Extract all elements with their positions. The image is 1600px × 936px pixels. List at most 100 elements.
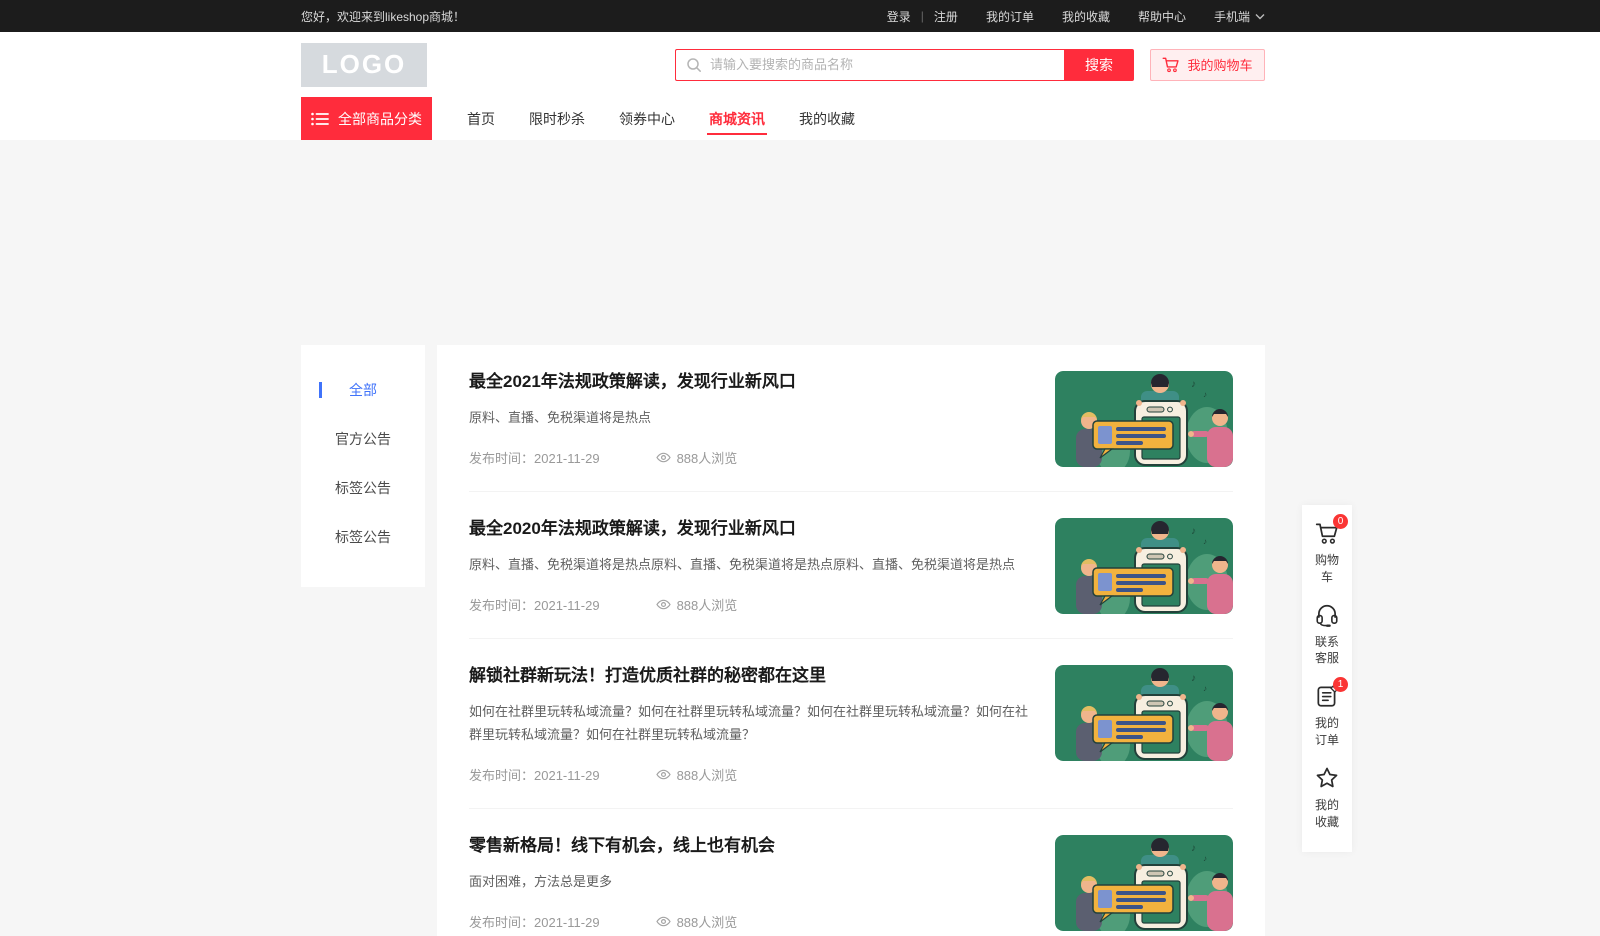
publish-time-label: 发布时间： (469, 451, 534, 466)
svg-text:♪: ♪ (1203, 390, 1207, 399)
views-label: 888人浏览 (677, 765, 738, 784)
article-thumbnail-illustration: ♪ ♪ (1055, 835, 1233, 931)
category-item-label: 标签公告 (335, 478, 391, 498)
article-thumbnail-illustration: ♪ ♪ (1055, 665, 1233, 761)
nav-item[interactable]: 我的收藏 (782, 97, 872, 140)
publish-time: 发布时间：2021-11-29 (469, 448, 600, 467)
main-nav: 全部商品分类 首页 限时秒杀 领券中心 商城资讯 (0, 97, 1600, 140)
toolbar-cart-label: 购物车 (1310, 552, 1344, 586)
article-thumbnail-illustration: ♪ ♪ (1055, 371, 1233, 467)
toolbar-orders[interactable]: 1 我的订单 (1302, 683, 1352, 749)
article-main: 最全2020年法规政策解读，发现行业新风口 原料、直播、免税渠道将是热点原料、直… (469, 518, 1031, 614)
order-list-icon: 1 (1314, 683, 1340, 709)
nav-item[interactable]: 限时秒杀 (512, 97, 602, 140)
article-meta: 发布时间：2021-11-29 888人浏览 (469, 430, 1031, 467)
svg-text:♪: ♪ (1203, 684, 1207, 693)
category-item-label: 全部 (349, 380, 377, 400)
views-label: 888人浏览 (677, 912, 738, 931)
toolbar-customer-service[interactable]: 联系客服 (1302, 602, 1352, 668)
article-row[interactable]: 最全2021年法规政策解读，发现行业新风口 原料、直播、免税渠道将是热点 发布时… (469, 345, 1233, 491)
article-thumbnail: ♪ ♪ (1055, 518, 1233, 614)
logo[interactable]: LOGO (301, 43, 427, 87)
toolbar-orders-label: 我的订单 (1310, 715, 1344, 749)
publish-time: 发布时间：2021-11-29 (469, 595, 600, 614)
category-item[interactable]: 全部 (301, 365, 425, 414)
article-thumbnail: ♪ ♪ (1055, 371, 1233, 467)
category-item[interactable]: 标签公告 (301, 463, 425, 512)
chevron-down-icon (1255, 13, 1265, 20)
register-link[interactable]: 注册 (934, 8, 958, 25)
topbar-link-list: 我的订单 我的收藏 帮助中心 (986, 8, 1186, 25)
views-eye-icon (656, 915, 671, 928)
views-count: 888人浏览 (656, 765, 738, 784)
article-meta: 发布时间：2021-11-29 888人浏览 (469, 577, 1031, 614)
search-box (675, 49, 1064, 81)
article-summary: 面对困难，方法总是更多 (469, 871, 1031, 894)
article-row[interactable]: 零售新格局！线下有机会，线上也有机会 面对困难，方法总是更多 发布时间：2021… (469, 808, 1233, 936)
article-title: 零售新格局！线下有机会，线上也有机会 (469, 835, 1031, 857)
category-item[interactable]: 官方公告 (301, 414, 425, 463)
cart-icon (1162, 56, 1180, 73)
views-count: 888人浏览 (656, 448, 738, 467)
svg-text:♪: ♪ (1203, 854, 1207, 863)
publish-date: 2021-11-29 (534, 915, 600, 930)
all-categories-button[interactable]: 全部商品分类 (301, 97, 432, 140)
orders-badge: 1 (1333, 677, 1348, 692)
search-button[interactable]: 搜索 (1064, 49, 1134, 81)
nav-item-label: 限时秒杀 (529, 109, 585, 129)
category-sidebar: 全部 官方公告 标签公告 标签公告 (301, 345, 425, 587)
welcome-text: 您好，欢迎来到likeshop商城！ (301, 8, 465, 25)
category-item[interactable]: 标签公告 (301, 512, 425, 561)
publish-time-label: 发布时间： (469, 768, 534, 783)
auth-divider: | (921, 9, 924, 23)
header-cart-button[interactable]: 我的购物车 (1150, 49, 1265, 81)
publish-time-label: 发布时间： (469, 915, 534, 930)
views-label: 888人浏览 (677, 448, 738, 467)
header: LOGO 搜索 我的购物车 (0, 32, 1600, 97)
views-count: 888人浏览 (656, 595, 738, 614)
all-categories-label: 全部商品分类 (338, 109, 422, 129)
mobile-link[interactable]: 手机端 (1214, 8, 1265, 25)
nav-item[interactable]: 商城资讯 (692, 97, 782, 140)
search-input[interactable] (710, 57, 1064, 72)
publish-time-label: 发布时间： (469, 598, 534, 613)
login-link[interactable]: 登录 (887, 8, 911, 25)
cart-badge: 0 (1333, 514, 1348, 529)
nav-item[interactable]: 首页 (450, 97, 512, 140)
headset-icon (1314, 602, 1340, 628)
search-group: 搜索 (675, 49, 1134, 81)
views-label: 888人浏览 (677, 595, 738, 614)
article-meta: 发布时间：2021-11-29 888人浏览 (469, 747, 1031, 784)
nav-item-label: 首页 (467, 109, 495, 129)
nav-links: 首页 限时秒杀 领券中心 商城资讯 我的收藏 (450, 97, 872, 140)
article-row[interactable]: 解锁社群新玩法！打造优质社群的秘密都在这里 如何在社群里玩转私域流量？如何在社群… (469, 638, 1233, 808)
toolbar-cart[interactable]: 0 购物车 (1302, 520, 1352, 586)
header-cart-label: 我的购物车 (1187, 55, 1252, 74)
svg-text:♪: ♪ (1191, 526, 1196, 537)
article-summary: 原料、直播、免税渠道将是热点 (469, 407, 1031, 430)
article-row[interactable]: 最全2020年法规政策解读，发现行业新风口 原料、直播、免税渠道将是热点原料、直… (469, 491, 1233, 638)
nav-item[interactable]: 领券中心 (602, 97, 692, 140)
article-thumbnail-illustration: ♪ ♪ (1055, 518, 1233, 614)
cart-icon: 0 (1314, 520, 1340, 546)
topbar-link[interactable]: 我的收藏 (1062, 8, 1110, 25)
article-summary: 原料、直播、免税渠道将是热点原料、直播、免税渠道将是热点原料、直播、免税渠道将是… (469, 554, 1031, 577)
article-title: 解锁社群新玩法！打造优质社群的秘密都在这里 (469, 665, 1031, 687)
svg-text:♪: ♪ (1203, 537, 1207, 546)
hamburger-icon (311, 112, 329, 126)
article-title: 最全2020年法规政策解读，发现行业新风口 (469, 518, 1031, 540)
topbar-link[interactable]: 帮助中心 (1138, 8, 1186, 25)
article-summary: 如何在社群里玩转私域流量？如何在社群里玩转私域流量？如何在社群里玩转私域流量？如… (469, 701, 1031, 747)
toolbar-favorites[interactable]: 我的收藏 (1302, 765, 1352, 831)
views-count: 888人浏览 (656, 912, 738, 931)
article-title: 最全2021年法规政策解读，发现行业新风口 (469, 371, 1031, 393)
nav-item-label: 商城资讯 (709, 109, 765, 129)
views-eye-icon (656, 451, 671, 464)
topbar: 您好，欢迎来到likeshop商城！ 登录 | 注册 我的订单 我的收藏 帮助中… (0, 0, 1600, 32)
toolbar-service-label: 联系客服 (1310, 634, 1344, 668)
publish-time: 发布时间：2021-11-29 (469, 765, 600, 784)
article-main: 零售新格局！线下有机会，线上也有机会 面对困难，方法总是更多 发布时间：2021… (469, 835, 1031, 931)
article-meta: 发布时间：2021-11-29 888人浏览 (469, 894, 1031, 931)
svg-text:♪: ♪ (1191, 379, 1196, 390)
topbar-link[interactable]: 我的订单 (986, 8, 1034, 25)
